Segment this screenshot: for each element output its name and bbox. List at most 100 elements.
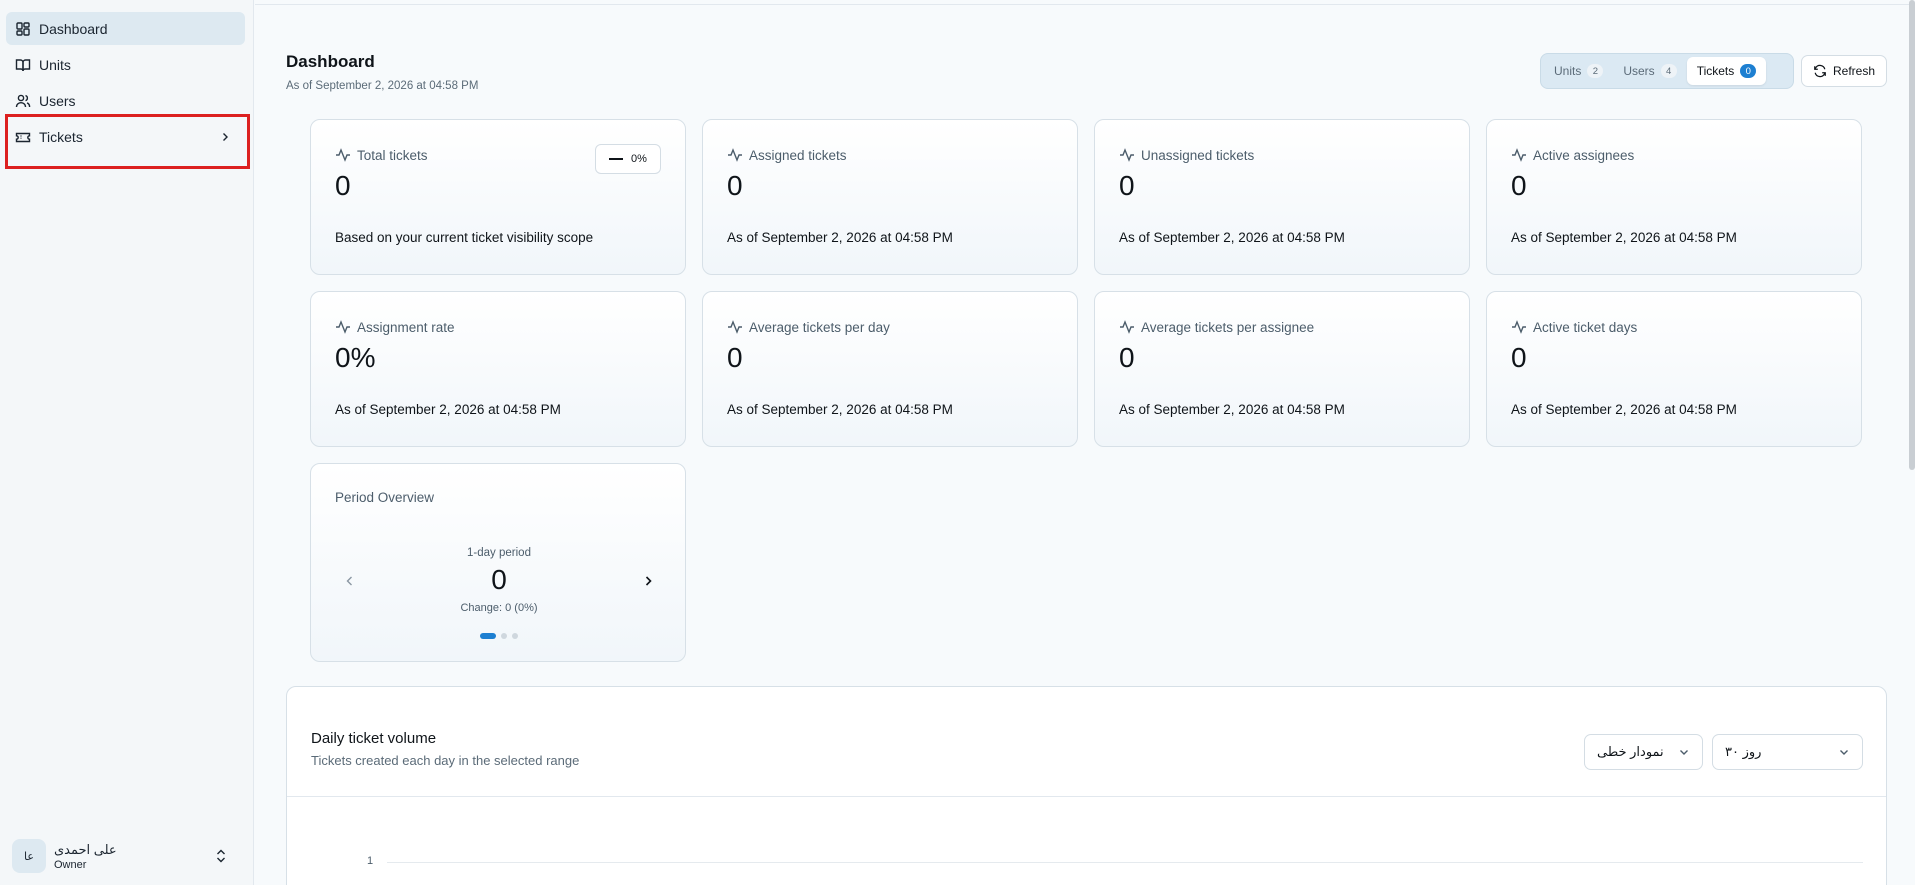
carousel-dot[interactable] [501,633,507,639]
card-value: 0% [335,342,376,373]
count-badge: 0 [1740,64,1757,78]
card-value: 0 [1511,170,1527,201]
dashboard-tabs: Units 2 Users 4 Tickets 0 [1540,53,1794,89]
user-name: علی احمدی [54,841,117,857]
card-note: As of September 2, 2026 at 04:58 PM [727,402,953,417]
tab-users[interactable]: Users 4 [1613,57,1686,85]
dashboard-icon [15,21,31,37]
page-subtitle: As of September 2, 2026 at 04:58 PM [286,80,479,92]
stat-card-total-tickets: Total tickets 0% 0 Based on your current… [310,119,686,275]
card-label: Assigned tickets [727,147,847,163]
scrollbar[interactable] [1909,0,1915,470]
sidebar-item-dashboard[interactable]: Dashboard [6,12,245,45]
book-icon [15,57,31,73]
stat-card-assignment-rate: Assignment rate 0% As of September 2, 20… [310,291,686,447]
tab-label: Units [1554,64,1582,78]
sidebar-item-users[interactable]: Users [6,84,245,117]
divider [255,4,1915,5]
grid-line [387,862,1863,863]
daily-ticket-volume-panel: Daily ticket volume Tickets created each… [286,686,1887,885]
card-label: Average tickets per day [727,319,890,335]
stat-card-unassigned-tickets: Unassigned tickets 0 As of September 2, … [1094,119,1470,275]
ticket-icon [15,129,31,145]
activity-icon [1512,148,1526,162]
activity-icon [728,320,742,334]
chevron-down-icon [1680,750,1688,755]
activity-icon [336,320,350,334]
card-label-text: Total tickets [357,147,428,163]
activity-icon [336,148,350,162]
period-change: Change: 0 (0%) [460,602,538,614]
user-menu[interactable]: عا علی احمدی Owner [12,838,242,874]
refresh-icon [1814,64,1826,78]
refresh-button[interactable]: Refresh [1801,55,1887,87]
card-value: 0 [1119,170,1135,201]
card-label-text: Active assignees [1533,147,1635,163]
sidebar-item-units[interactable]: Units [6,48,245,81]
chart-type-select[interactable]: نمودار خطی [1584,734,1703,770]
sidebar-item-tickets[interactable]: Tickets [6,120,245,153]
sidebar: Dashboard Units Users Tickets عا علی احم… [0,0,254,885]
sidebar-item-label: Units [39,56,71,73]
card-label-text: Average tickets per assignee [1141,319,1315,335]
activity-icon [1120,320,1134,334]
card-label-text: Assigned tickets [749,147,847,163]
select-value: نمودار خطی [1597,744,1664,759]
avatar: عا [12,839,46,873]
range-select[interactable]: ۳۰ روز [1712,734,1863,770]
card-label-text: Average tickets per day [749,319,890,335]
select-value: ۳۰ روز [1725,744,1762,759]
card-note: As of September 2, 2026 at 04:58 PM [1119,230,1345,245]
card-value: 0 [727,342,743,373]
count-badge: 2 [1587,64,1604,78]
card-label-text: Assignment rate [357,319,455,335]
chevron-left-icon[interactable] [343,574,357,588]
card-note: As of September 2, 2026 at 04:58 PM [1119,402,1345,417]
period-title: Period Overview [335,490,435,505]
y-axis-tick: 1 [367,855,374,867]
card-value: 0 [1119,342,1135,373]
stat-card-average-per-assignee: Average tickets per assignee 0 As of Sep… [1094,291,1470,447]
activity-icon [1120,148,1134,162]
page-title: Dashboard [286,52,375,71]
card-label-text: Active ticket days [1533,319,1638,335]
trend-value: 0% [631,153,647,165]
refresh-label: Refresh [1832,64,1876,78]
tab-label: Tickets [1696,64,1735,78]
stat-card-active-ticket-days: Active ticket days 0 As of September 2, … [1486,291,1862,447]
stat-card-assigned-tickets: Assigned tickets 0 As of September 2, 20… [702,119,1078,275]
card-label: Average tickets per assignee [1119,319,1314,335]
sidebar-item-label: Dashboard [39,20,108,37]
card-label-text: Unassigned tickets [1141,147,1255,163]
period-overview-card: Period Overview 1-day period 0 Change: 0… [310,463,686,662]
card-note: As of September 2, 2026 at 04:58 PM [335,402,561,417]
card-label: Active ticket days [1511,319,1637,335]
card-label: Active assignees [1511,147,1634,163]
carousel-dot[interactable] [512,633,518,639]
card-label: Total tickets [335,147,428,163]
chevron-right-icon [219,130,231,142]
period-value: 0 [491,564,507,595]
card-value: 0 [727,170,743,201]
chevron-down-icon [1840,750,1848,755]
card-note: Based on your current ticket visibility … [335,230,594,245]
count-badge: 4 [1660,64,1677,78]
card-value: 0 [335,170,351,201]
users-icon [15,93,31,109]
chevron-right-icon[interactable] [641,574,655,588]
card-note: As of September 2, 2026 at 04:58 PM [1511,402,1737,417]
tab-units[interactable]: Units 2 [1544,57,1613,85]
carousel-dot[interactable] [480,633,496,639]
activity-icon [1512,320,1526,334]
card-value: 0 [1511,342,1527,373]
user-role: Owner [54,858,87,871]
main-content: Dashboard As of September 2, 2026 at 04:… [255,0,1915,885]
chevron-up-down-icon [214,848,228,864]
stat-card-average-per-day: Average tickets per day 0 As of Septembe… [702,291,1078,447]
tab-tickets[interactable]: Tickets 0 [1686,57,1767,85]
sidebar-item-label: Users [39,92,76,109]
card-label: Unassigned tickets [1119,147,1254,163]
card-label: Assignment rate [335,319,455,335]
card-note: As of September 2, 2026 at 04:58 PM [727,230,953,245]
activity-icon [728,148,742,162]
